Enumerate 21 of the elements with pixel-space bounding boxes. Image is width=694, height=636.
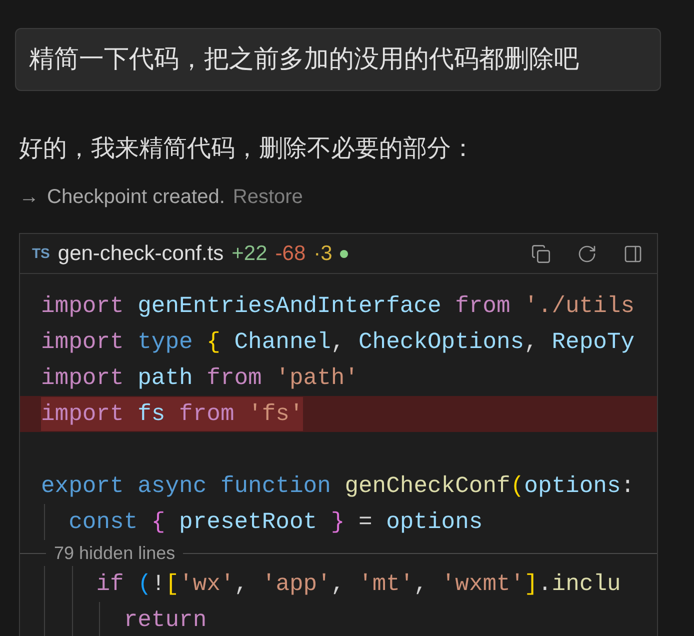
code-line: import genEntriesAndInterface from './utils (41, 292, 635, 321)
changed-count: ·3 (314, 240, 332, 267)
code-line: return (122, 606, 207, 635)
code-line: if (!['wx', 'app', 'mt', 'wxmt'].inclu (95, 570, 621, 599)
hidden-lines-label[interactable]: 79 hidden lines (46, 540, 184, 566)
restore-link[interactable]: Restore (232, 182, 303, 212)
arrow-icon: → (19, 182, 39, 212)
code-line: import path from 'path' (41, 364, 358, 393)
reply-text: 好的，我来精简代码，删除不必要的部分： (19, 134, 475, 164)
code-line: const { presetRoot } = options (68, 508, 483, 537)
code-line: import type { Channel, CheckOptions, RepoTy (41, 328, 635, 357)
code-line: export async function genCheckConf(options: (41, 472, 635, 501)
copy-icon[interactable] (531, 244, 551, 264)
file-name: gen-check-conf.ts (58, 240, 224, 267)
checkpoint-text: Checkpoint created. (47, 185, 225, 210)
refresh-icon[interactable] (577, 244, 597, 264)
language-label: TS (32, 244, 50, 263)
removed-count: -68 (275, 240, 306, 267)
panel-icon[interactable] (623, 244, 643, 264)
prompt-text: 精简一下代码，把之前多加的没用的代码都删除吧 (29, 44, 579, 75)
added-count: +22 (232, 240, 268, 267)
